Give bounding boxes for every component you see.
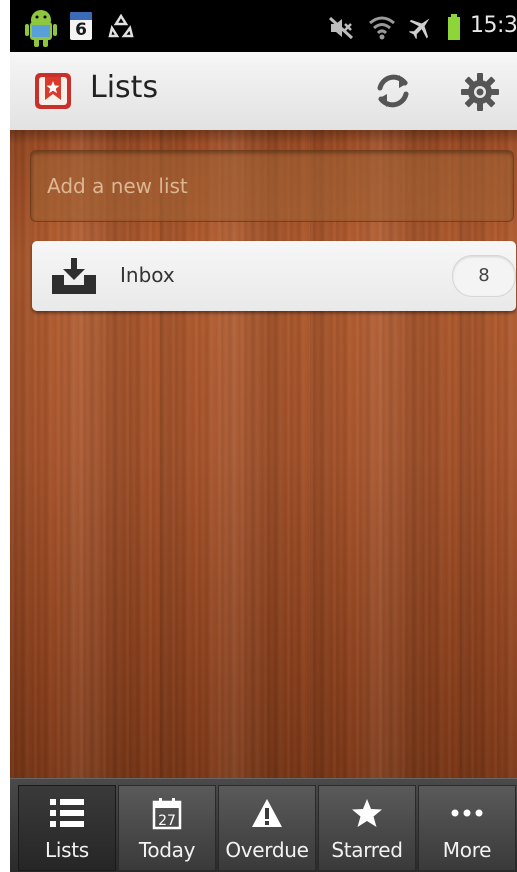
sync-icon[interactable] [372, 70, 414, 112]
tab-starred-label: Starred [331, 838, 403, 862]
lists-content-area: Inbox 8 [10, 130, 517, 778]
page-title: Lists [90, 70, 159, 105]
wunderlist-logo-icon [35, 73, 71, 109]
tab-more-label: More [442, 838, 492, 862]
tab-lists[interactable]: Lists [18, 785, 116, 871]
today-calendar-number: 27 [158, 813, 176, 829]
status-time: 15:31 [470, 13, 517, 38]
mute-icon [328, 16, 354, 40]
calendar-day: 6 [75, 20, 87, 40]
tab-today-label: Today [138, 838, 196, 862]
tab-more[interactable]: More [418, 785, 516, 871]
add-list-field[interactable] [30, 150, 514, 222]
tab-starred[interactable]: Starred [318, 785, 416, 871]
android-icon [25, 10, 57, 47]
star-icon [352, 799, 382, 827]
calendar-icon: 6 [70, 12, 92, 40]
tab-today[interactable]: 27 Today [118, 785, 216, 871]
tab-lists-label: Lists [45, 838, 89, 862]
status-bar: 6 15:31 [10, 0, 517, 52]
action-bar: Lists [10, 52, 517, 131]
recycle-icon [108, 14, 134, 38]
more-icon [451, 809, 483, 817]
battery-icon [448, 14, 460, 40]
list-icon [50, 799, 84, 827]
phone-screen: 6 15:31 [10, 0, 517, 872]
inbox-icon [52, 258, 96, 294]
bottom-tab-bar: Lists 27 Today Overdue Starred More [10, 778, 517, 872]
list-item-label: Inbox [120, 263, 175, 287]
calendar-icon: 27 [152, 798, 182, 830]
tab-overdue[interactable]: Overdue [218, 785, 316, 871]
wifi-icon [369, 16, 395, 40]
airplane-icon [408, 18, 430, 40]
settings-gear-icon[interactable] [460, 72, 500, 112]
list-item-inbox[interactable]: Inbox 8 [32, 241, 516, 311]
list-item-count-badge: 8 [452, 255, 516, 297]
warning-icon [252, 799, 282, 827]
add-list-input[interactable] [31, 151, 513, 221]
tab-overdue-label: Overdue [225, 838, 309, 862]
